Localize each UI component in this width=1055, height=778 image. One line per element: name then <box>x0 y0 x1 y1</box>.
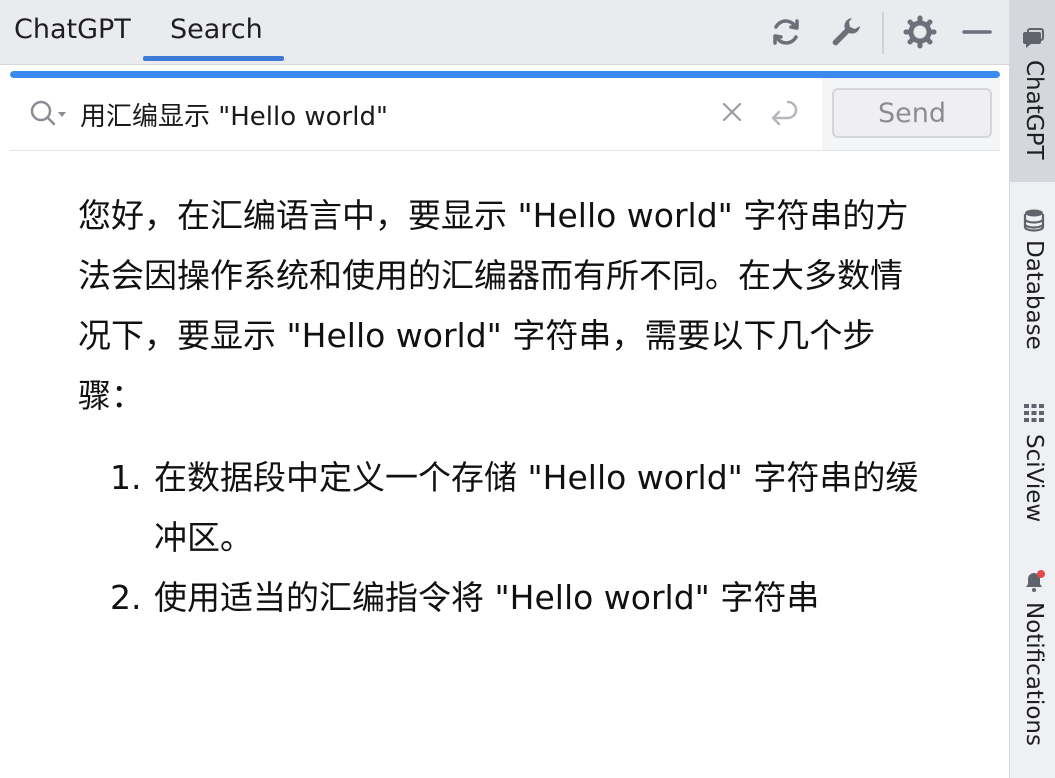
loading-progress-bar <box>10 71 1000 78</box>
refresh-icon[interactable] <box>768 14 804 50</box>
answer-step: 在数据段中定义一个存储 "Hello world" 字符串的缓冲区。 <box>152 448 928 568</box>
active-tab-indicator <box>143 56 284 61</box>
query-field <box>10 78 822 150</box>
tab-chatgpt[interactable]: ChatGPT <box>14 14 131 45</box>
side-tab-label: SciView <box>1021 434 1047 523</box>
send-button[interactable]: Send <box>832 88 992 138</box>
side-tab-sciview[interactable]: SciView <box>1010 392 1055 532</box>
chat-panel: ChatGPT Search 用汇编显示 "Hello world" Send … <box>0 0 1009 778</box>
side-tab-label: Notifications <box>1021 602 1047 746</box>
chat-icon <box>1023 28 1044 48</box>
answer-content: 您好，在汇编语言中，要显示 "Hello world" 字符串的方法会因操作系统… <box>78 186 928 628</box>
progress-fill <box>10 71 1000 78</box>
tool-window-header: ChatGPT Search <box>0 0 1009 65</box>
minimize-icon[interactable] <box>958 14 994 50</box>
notification-badge <box>1037 570 1045 578</box>
answer-steps: 在数据段中定义一个存储 "Hello world" 字符串的缓冲区。 使用适当的… <box>78 448 928 628</box>
tab-search[interactable]: Search <box>170 14 263 45</box>
query-bar: Send <box>10 78 1000 151</box>
side-tab-label: Database <box>1021 240 1047 350</box>
wrench-icon[interactable] <box>828 14 864 50</box>
side-tab-notifications[interactable]: Notifications <box>1010 560 1055 760</box>
side-tab-database[interactable]: Database <box>1010 196 1055 366</box>
side-tab-label: ChatGPT <box>1021 60 1047 160</box>
search-icon[interactable] <box>28 98 68 130</box>
answer-step: 使用适当的汇编指令将 "Hello world" 字符串 <box>152 568 928 628</box>
toolbar-separator <box>882 12 884 54</box>
right-tool-strip: ChatGPT Database SciView Notifications <box>1009 0 1055 778</box>
database-icon <box>1023 209 1045 232</box>
bell-icon <box>1026 570 1045 592</box>
newline-icon[interactable] <box>766 96 800 128</box>
clear-icon[interactable] <box>718 98 746 126</box>
grid-icon <box>1024 404 1044 422</box>
answer-paragraph: 您好，在汇编语言中，要显示 "Hello world" 字符串的方法会因操作系统… <box>78 196 909 415</box>
side-tab-chatgpt[interactable]: ChatGPT <box>1010 0 1055 182</box>
gear-icon[interactable] <box>902 14 938 50</box>
query-input[interactable] <box>78 93 702 135</box>
